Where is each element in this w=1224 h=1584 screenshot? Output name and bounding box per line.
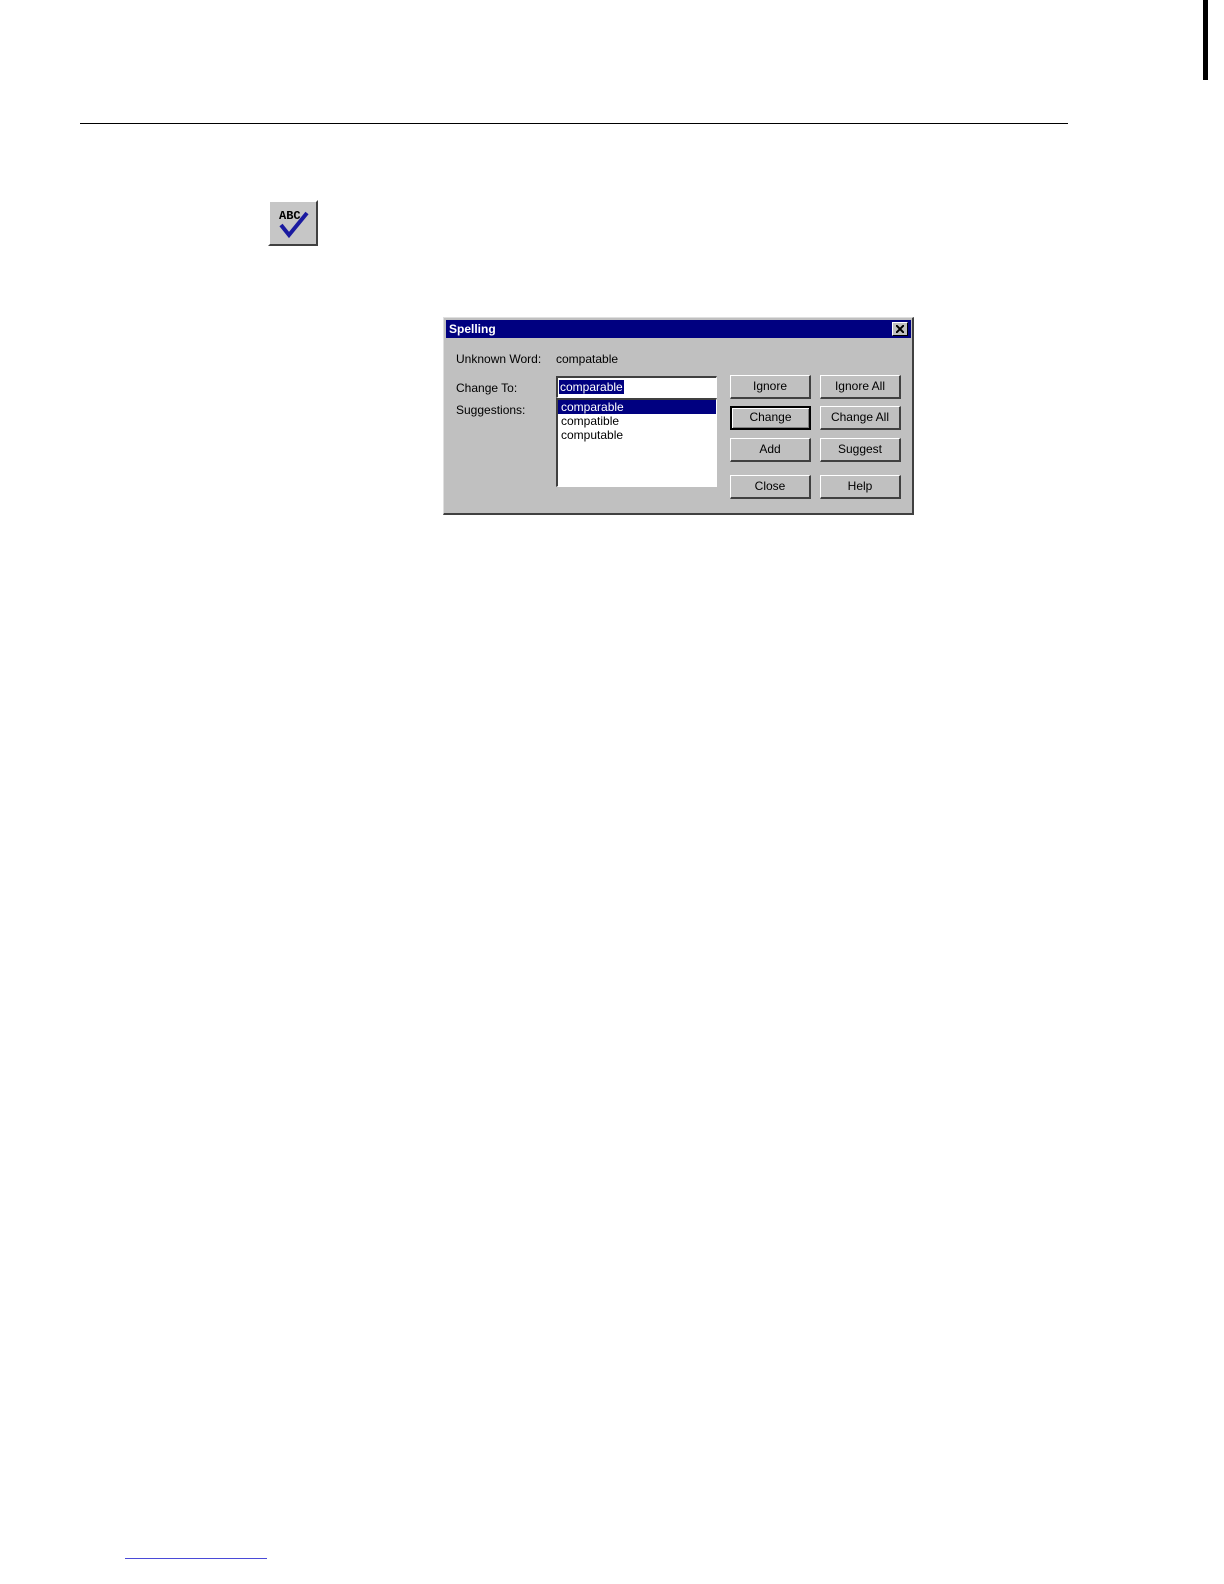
unknown-word-label: Unknown Word: (456, 352, 542, 366)
change-to-input[interactable]: comparable (556, 376, 717, 398)
list-item[interactable]: comparable (558, 400, 716, 414)
add-button[interactable]: Add (730, 438, 811, 462)
dialog-title: Spelling (449, 322, 496, 336)
page-edge-bar (1203, 0, 1208, 80)
change-button[interactable]: Change (730, 406, 811, 430)
dialog-titlebar[interactable]: Spelling (446, 320, 911, 338)
list-item[interactable]: computable (558, 428, 716, 442)
svg-text:ABC: ABC (279, 209, 301, 223)
unknown-word-value: compatable (556, 352, 619, 366)
change-to-value: comparable (559, 380, 624, 394)
ignore-all-button[interactable]: Ignore All (820, 375, 901, 399)
spell-check-toolbar-button[interactable]: ABC (268, 200, 318, 246)
close-button[interactable]: Close (730, 475, 811, 499)
header-rule (80, 123, 1068, 124)
spell-check-icon: ABC (279, 209, 309, 239)
ignore-button[interactable]: Ignore (730, 375, 811, 399)
footer-rule (125, 1558, 267, 1559)
close-icon[interactable] (892, 322, 908, 336)
change-all-button[interactable]: Change All (820, 406, 901, 430)
help-button[interactable]: Help (820, 475, 901, 499)
spelling-dialog: Spelling Unknown Word: compatable Change… (443, 317, 914, 515)
suggestions-list[interactable]: comparable compatible computable (556, 398, 717, 487)
suggestions-label: Suggestions: (456, 403, 526, 417)
suggest-button[interactable]: Suggest (820, 438, 901, 462)
list-item[interactable]: compatible (558, 414, 716, 428)
change-to-label: Change To: (456, 381, 518, 395)
